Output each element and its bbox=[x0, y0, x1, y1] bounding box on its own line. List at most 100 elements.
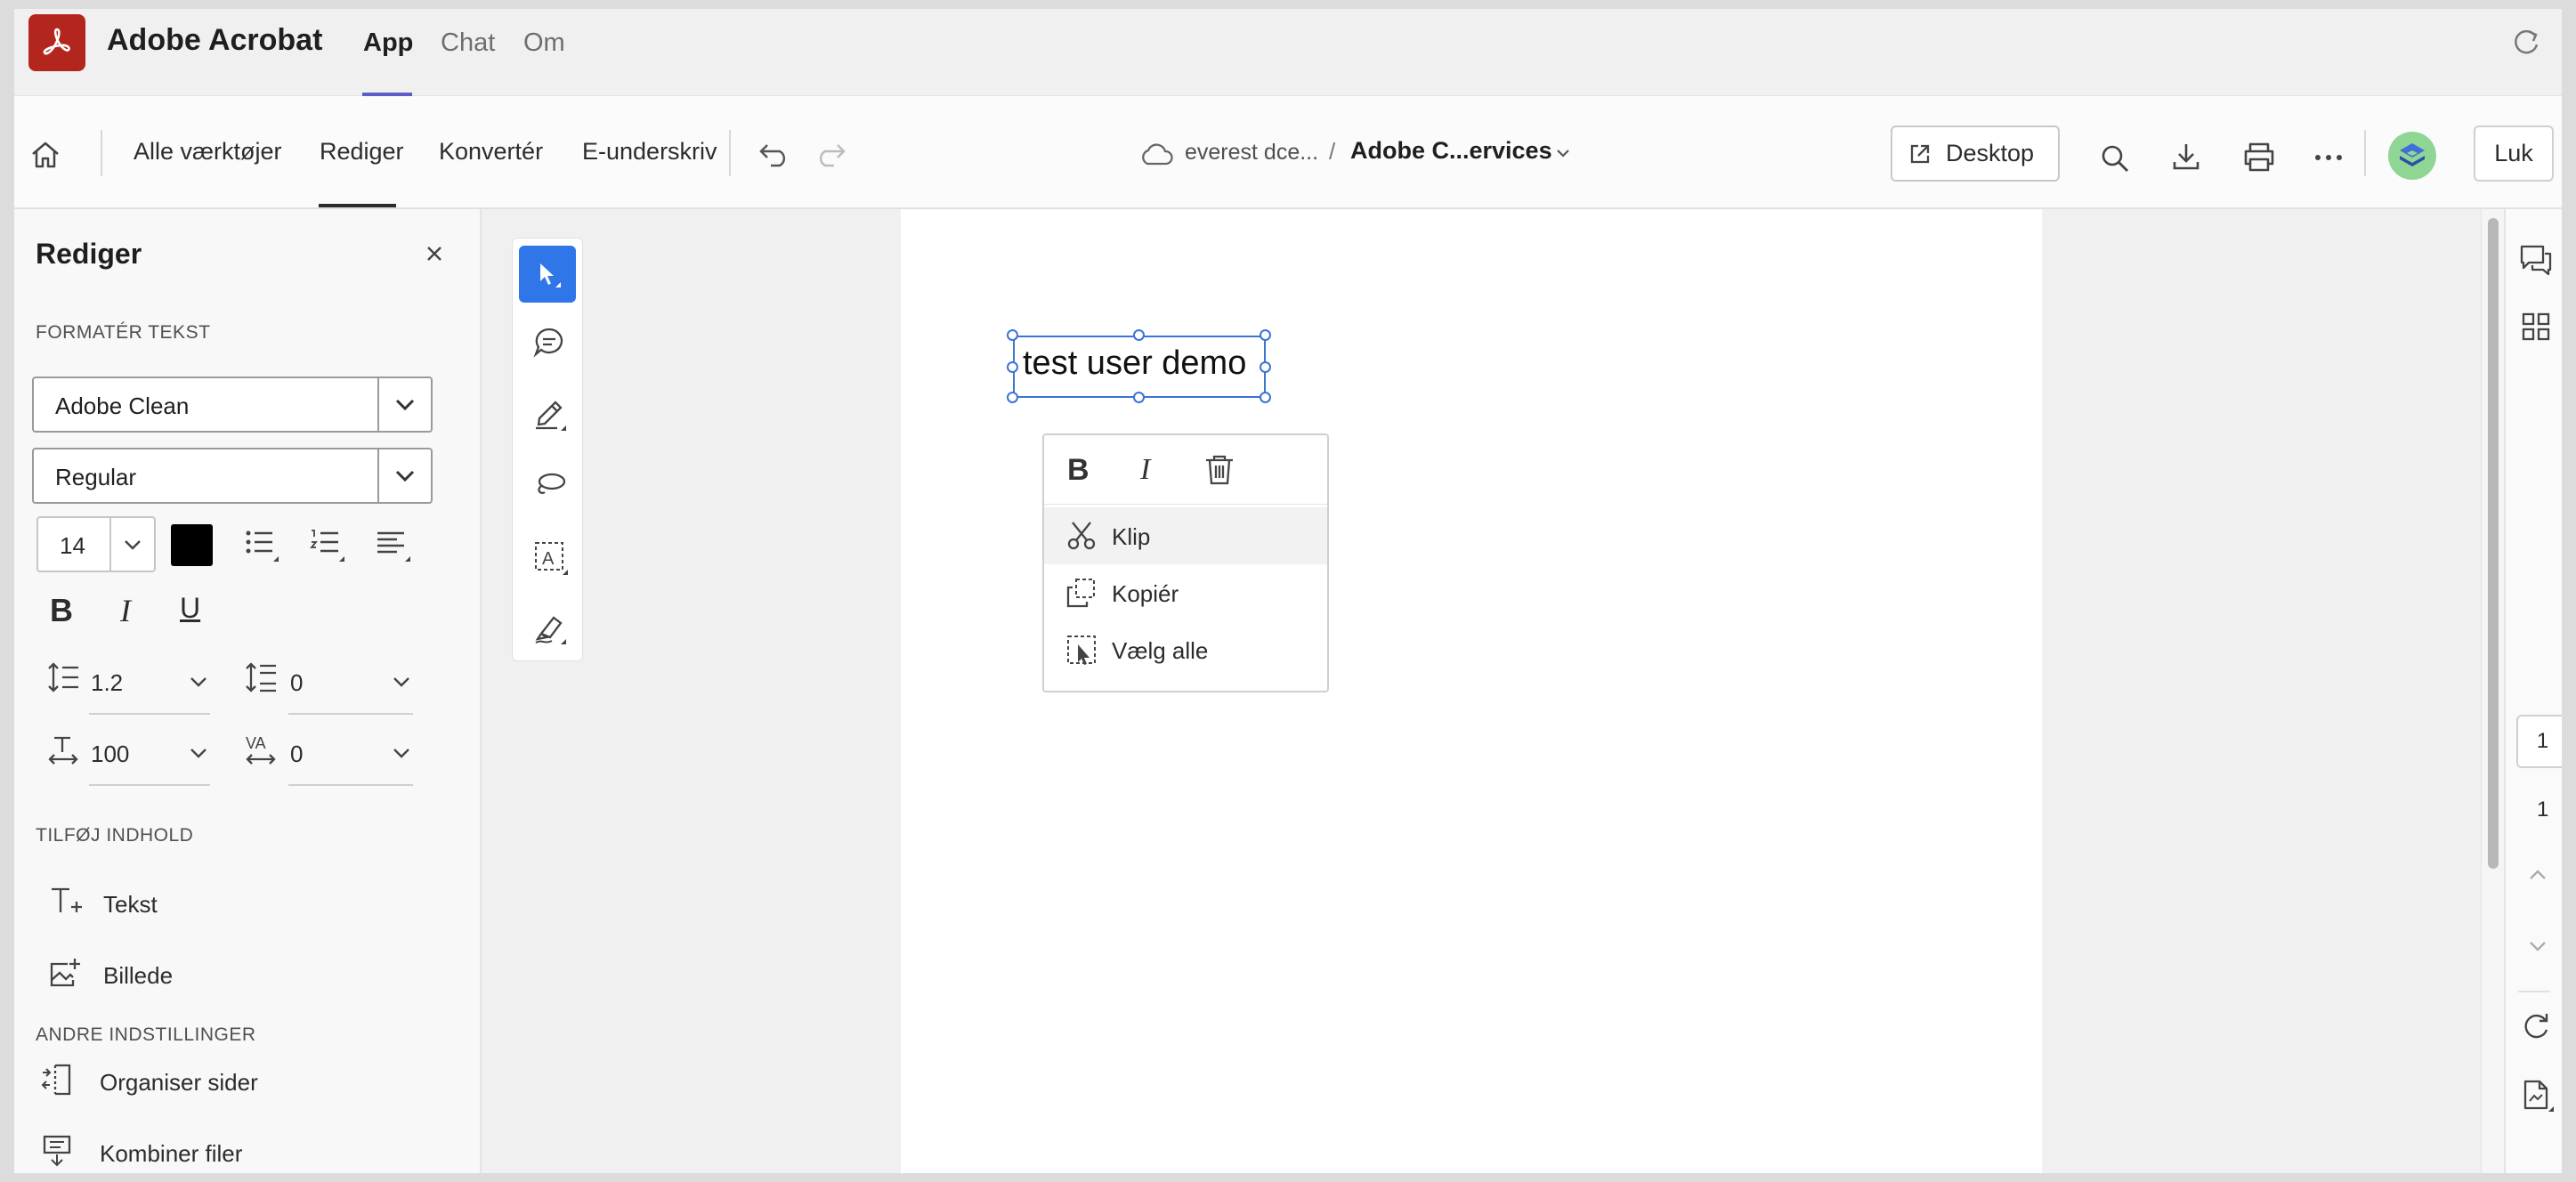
chevron-down-icon bbox=[393, 466, 417, 487]
resize-handle[interactable] bbox=[1133, 329, 1145, 341]
resize-handle[interactable] bbox=[1260, 361, 1271, 373]
context-copy-item[interactable]: Kopiér bbox=[1044, 564, 1327, 621]
tab-app[interactable]: App bbox=[363, 28, 413, 58]
context-select-all-item[interactable]: Vælg alle bbox=[1044, 621, 1327, 678]
close-icon[interactable] bbox=[424, 243, 445, 264]
horizontal-scale-value[interactable]: 100 bbox=[91, 741, 129, 768]
external-link-icon bbox=[1908, 142, 1932, 166]
chevron-down-icon[interactable] bbox=[392, 745, 411, 761]
character-spacing-value[interactable]: 0 bbox=[290, 741, 303, 768]
paragraph-spacing-icon bbox=[244, 660, 279, 696]
context-cut-label: Klip bbox=[1112, 523, 1151, 550]
user-avatar[interactable] bbox=[2388, 132, 2436, 180]
chevron-down-icon[interactable] bbox=[392, 674, 411, 690]
home-icon[interactable] bbox=[28, 138, 62, 172]
select-all-icon bbox=[1065, 634, 1098, 666]
current-page-input[interactable]: 1 bbox=[2516, 715, 2562, 768]
document-name[interactable]: Adobe C...ervices bbox=[1350, 137, 1552, 165]
context-cut-item[interactable]: Klip bbox=[1044, 507, 1327, 564]
resize-handle[interactable] bbox=[1133, 392, 1145, 403]
font-style-select[interactable]: Regular bbox=[32, 448, 433, 504]
scrollbar-thumb[interactable] bbox=[2488, 218, 2499, 869]
comments-panel-icon[interactable] bbox=[2518, 243, 2554, 279]
nav-convert[interactable]: Konvertér bbox=[439, 138, 543, 166]
font-family-value: Adobe Clean bbox=[55, 393, 190, 419]
draw-sign-tool-icon[interactable] bbox=[532, 611, 568, 646]
font-family-select[interactable]: Adobe Clean bbox=[32, 376, 433, 433]
total-pages: 1 bbox=[2537, 797, 2549, 822]
line-spacing-value[interactable]: 1.2 bbox=[91, 669, 123, 697]
resize-handle[interactable] bbox=[1007, 392, 1018, 403]
chevron-down-icon bbox=[122, 536, 143, 554]
tab-om[interactable]: Om bbox=[523, 28, 565, 58]
text-color-swatch[interactable] bbox=[171, 524, 213, 566]
trash-icon[interactable] bbox=[1203, 453, 1236, 487]
page-thumbnail-icon[interactable] bbox=[2520, 1078, 2556, 1113]
rail-divider bbox=[2518, 991, 2550, 992]
chevron-down-icon[interactable] bbox=[1554, 146, 1572, 160]
main-toolbar: Alle værktøjer Rediger Konvertér E-under… bbox=[14, 96, 2562, 209]
apps-grid-icon[interactable] bbox=[2520, 311, 2552, 343]
organize-pages-item[interactable]: Organiser sider bbox=[100, 1069, 258, 1097]
nav-edit[interactable]: Rediger bbox=[320, 138, 404, 166]
context-bold-button[interactable]: B bbox=[1067, 453, 1090, 488]
active-nav-indicator bbox=[319, 204, 396, 207]
selected-text-box[interactable]: test user demo bbox=[1013, 336, 1266, 398]
chevron-up-icon[interactable] bbox=[2527, 868, 2548, 882]
paragraph-spacing-value[interactable]: 0 bbox=[290, 669, 303, 697]
download-icon[interactable] bbox=[2170, 141, 2202, 173]
add-text-item[interactable]: Tekst bbox=[103, 891, 158, 919]
nav-e-sign[interactable]: E-underskriv bbox=[582, 138, 717, 166]
resize-handle[interactable] bbox=[1007, 361, 1018, 373]
copy-icon bbox=[1065, 577, 1098, 609]
add-image-item[interactable]: Billede bbox=[103, 962, 173, 990]
vertical-scrollbar[interactable] bbox=[2481, 209, 2504, 1173]
line-spacing-icon bbox=[46, 660, 82, 696]
section-add-content: TILFØJ INDHOLD bbox=[36, 825, 194, 846]
lasso-tool-icon[interactable] bbox=[532, 468, 568, 504]
combine-files-item[interactable]: Kombiner filer bbox=[100, 1140, 242, 1168]
bullet-list-icon[interactable] bbox=[243, 526, 282, 565]
resize-handle[interactable] bbox=[1007, 329, 1018, 341]
nav-all-tools[interactable]: Alle værktøjer bbox=[134, 138, 282, 166]
breadcrumb-separator: / bbox=[1329, 138, 1336, 165]
italic-button[interactable]: I bbox=[120, 592, 131, 629]
open-desktop-button[interactable]: Desktop bbox=[1891, 125, 2060, 182]
align-left-icon[interactable] bbox=[375, 526, 414, 565]
chevron-down-icon[interactable] bbox=[189, 674, 208, 690]
close-document-button[interactable]: Luk bbox=[2474, 125, 2554, 182]
horizontal-scale-icon bbox=[46, 733, 82, 768]
redo-icon[interactable] bbox=[813, 142, 848, 167]
breadcrumb-storage[interactable]: everest dce... bbox=[1185, 140, 1318, 166]
resize-handle[interactable] bbox=[1260, 392, 1271, 403]
tab-chat[interactable]: Chat bbox=[441, 28, 495, 58]
underline-button[interactable]: U bbox=[180, 592, 200, 625]
app-name: Adobe Acrobat bbox=[107, 23, 323, 57]
print-icon[interactable] bbox=[2241, 141, 2277, 173]
text-box-tool-icon[interactable]: A bbox=[532, 539, 568, 575]
acrobat-logo-icon bbox=[28, 14, 85, 71]
toolbar-divider bbox=[2364, 130, 2366, 176]
font-size-value: 14 bbox=[60, 532, 85, 559]
numbered-list-icon[interactable] bbox=[309, 526, 348, 565]
chevron-down-icon[interactable] bbox=[2527, 939, 2548, 953]
font-size-select[interactable]: 14 bbox=[36, 516, 156, 572]
organize-pages-icon bbox=[39, 1062, 75, 1097]
reload-icon[interactable] bbox=[2510, 27, 2542, 59]
undo-icon[interactable] bbox=[757, 142, 792, 167]
comment-tool-icon[interactable] bbox=[532, 326, 568, 361]
section-other-settings: ANDRE INDSTILLINGER bbox=[36, 1024, 256, 1045]
cloud-icon bbox=[1138, 141, 1174, 167]
combine-files-icon bbox=[39, 1133, 75, 1169]
select-tool-button[interactable] bbox=[519, 246, 576, 303]
toolbar-divider bbox=[101, 130, 102, 176]
svg-text:A: A bbox=[542, 549, 555, 569]
resize-handle[interactable] bbox=[1260, 329, 1271, 341]
search-icon[interactable] bbox=[2099, 142, 2131, 174]
context-italic-button[interactable]: I bbox=[1140, 453, 1150, 487]
chevron-down-icon[interactable] bbox=[189, 745, 208, 761]
bold-button[interactable]: B bbox=[50, 592, 73, 629]
highlight-tool-icon[interactable] bbox=[532, 397, 568, 433]
more-options-icon[interactable] bbox=[2313, 153, 2345, 162]
rotate-icon[interactable] bbox=[2520, 1010, 2552, 1042]
